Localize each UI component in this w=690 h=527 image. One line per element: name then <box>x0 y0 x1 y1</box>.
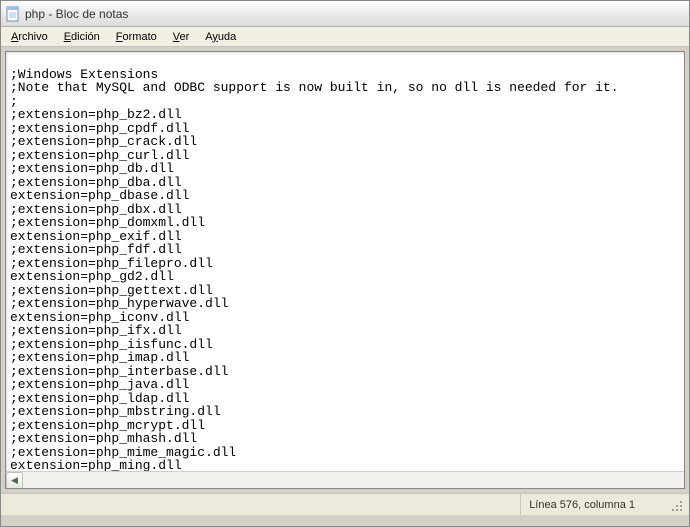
scroll-left-button[interactable]: ◀ <box>6 472 23 489</box>
statusbar: Línea 576, columna 1 <box>1 493 689 515</box>
window-title: php - Bloc de notas <box>25 7 128 21</box>
menu-ayuda[interactable]: Ayuda <box>197 29 244 45</box>
editor-area[interactable]: ;Windows Extensions ;Note that MySQL and… <box>5 51 685 489</box>
resize-grip[interactable] <box>669 498 683 512</box>
menu-formato[interactable]: Formato <box>108 29 165 45</box>
text-content[interactable]: ;Windows Extensions ;Note that MySQL and… <box>6 52 684 489</box>
menu-edicion[interactable]: Edición <box>56 29 108 45</box>
menu-ver[interactable]: Ver <box>165 29 198 45</box>
notepad-icon <box>5 6 21 22</box>
titlebar: php - Bloc de notas <box>1 1 689 27</box>
chevron-left-icon: ◀ <box>11 475 18 486</box>
scroll-track[interactable] <box>23 472 684 488</box>
menu-archivo[interactable]: Archivo <box>3 29 56 45</box>
horizontal-scrollbar[interactable]: ◀ <box>6 471 684 488</box>
cursor-position: Línea 576, columna 1 <box>520 494 665 515</box>
menubar: Archivo Edición Formato Ver Ayuda <box>1 27 689 47</box>
